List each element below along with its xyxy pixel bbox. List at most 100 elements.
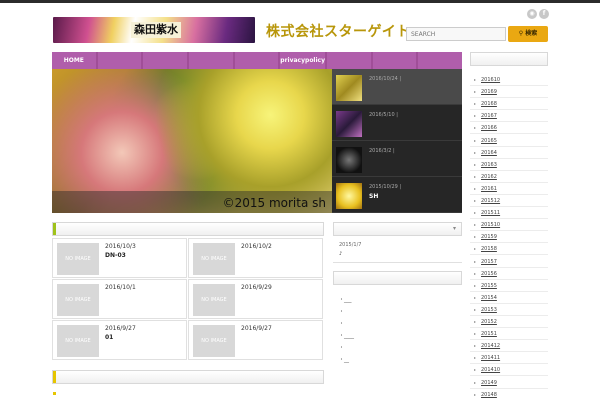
post-card[interactable]: NO IMAGE 2016/10/2 xyxy=(188,238,323,278)
chevron-right-icon: ▸ xyxy=(474,343,477,349)
archive-link[interactable]: 20168 xyxy=(481,101,497,107)
archive-item[interactable]: ▸ 20148 xyxy=(470,389,548,400)
archive-item[interactable]: ▸ 201610 xyxy=(470,74,548,86)
archive-item[interactable]: ▸ 20165 xyxy=(470,135,548,147)
post-card[interactable]: NO IMAGE 2016/10/1 xyxy=(52,279,187,319)
archive-item[interactable]: ▸ 20164 xyxy=(470,147,548,159)
nav-item-home[interactable]: HOME xyxy=(52,52,96,69)
archive-item[interactable]: ▸ 20158 xyxy=(470,243,548,256)
archive-item[interactable]: ▸ 20163 xyxy=(470,159,548,171)
post-card[interactable]: NO IMAGE 2016/9/27 01 xyxy=(52,320,187,360)
archive-item[interactable]: ▸ 20168 xyxy=(470,98,548,111)
archive-item[interactable]: ▸ 201412 xyxy=(470,340,548,353)
archive-item[interactable]: ▸ 20154 xyxy=(470,292,548,304)
nav-item[interactable] xyxy=(188,52,233,69)
chevron-right-icon: ▸ xyxy=(474,210,477,216)
slide-item[interactable]: 2016/3/2 | xyxy=(332,141,462,177)
slide-item[interactable]: 2016/5/10 | xyxy=(332,105,462,141)
archive-item[interactable]: ▸ 20152 xyxy=(470,316,548,328)
nav-item[interactable] xyxy=(372,52,417,69)
archive-item[interactable]: ▸ 201511 xyxy=(470,207,548,220)
archive-link[interactable]: 20169 xyxy=(481,89,497,95)
archive-item[interactable]: ▸ 20161 xyxy=(470,183,548,195)
post-date: 2016/10/2 xyxy=(241,243,272,250)
widget-date: 2015/1/7 xyxy=(339,242,362,248)
site-logo[interactable]: 森田紫水 xyxy=(53,17,255,43)
archive-item[interactable]: ▸ 20155 xyxy=(470,280,548,292)
archive-link[interactable]: 201610 xyxy=(481,77,500,83)
archive-item[interactable]: ▸ 20167 xyxy=(470,110,548,123)
archive-link[interactable]: 201511 xyxy=(481,210,500,216)
archive-item[interactable]: ▸ 201512 xyxy=(470,195,548,207)
nav-item[interactable] xyxy=(418,52,462,69)
archive-link[interactable]: 20157 xyxy=(481,259,497,265)
archive-link[interactable]: 20164 xyxy=(481,150,497,156)
search-input[interactable] xyxy=(406,27,506,41)
archive-link[interactable]: 20156 xyxy=(481,271,497,277)
chevron-right-icon: ▸ xyxy=(474,270,477,276)
archive-link[interactable]: 20158 xyxy=(481,246,497,252)
archive-link[interactable]: 20152 xyxy=(481,319,497,325)
nav-item[interactable] xyxy=(143,52,187,69)
archive-link[interactable]: 201512 xyxy=(481,198,500,204)
archive-link[interactable]: 201412 xyxy=(481,343,500,349)
archive-link[interactable]: 20162 xyxy=(481,174,497,180)
archive-link[interactable]: 20151 xyxy=(481,331,497,337)
archive-link[interactable]: 20166 xyxy=(481,125,497,131)
widget-header xyxy=(333,271,462,285)
archive-link[interactable]: 201510 xyxy=(481,222,500,228)
widget-link[interactable]: ・ xyxy=(339,344,344,351)
post-date: 2016/9/27 xyxy=(105,325,136,332)
archive-link[interactable]: 20149 xyxy=(481,380,497,386)
archive-item[interactable]: ▸ 20166 xyxy=(470,122,548,135)
rss-icon[interactable]: ◉ xyxy=(527,9,537,19)
archive-link[interactable]: 20165 xyxy=(481,138,497,144)
widget-link[interactable]: ・ xyxy=(339,308,344,315)
nav-item[interactable] xyxy=(97,52,142,69)
archive-item[interactable]: ▸ 201411 xyxy=(470,352,548,365)
archive-item[interactable]: ▸ 20159 xyxy=(470,231,548,244)
hero-caption-bar: ©2015 morita sh xyxy=(52,191,332,213)
archive-link[interactable]: 201411 xyxy=(481,355,500,361)
widget-title[interactable]: ♪ xyxy=(339,251,342,257)
archive-link[interactable]: 20159 xyxy=(481,234,497,240)
archive-link[interactable]: 20167 xyxy=(481,113,497,119)
widget-link[interactable]: ・____ xyxy=(339,332,354,339)
archive-item[interactable]: ▸ 20156 xyxy=(470,268,548,280)
post-card[interactable]: NO IMAGE 2016/9/27 xyxy=(188,320,323,360)
archive-item[interactable]: ▸ 20153 xyxy=(470,304,548,316)
post-card[interactable]: NO IMAGE 2016/10/3 DN-03 xyxy=(52,238,187,278)
archive-item[interactable]: ▸ 201510 xyxy=(470,219,548,232)
widget-link[interactable]: ・___ xyxy=(339,296,352,303)
archive-link[interactable]: 20163 xyxy=(481,162,497,168)
archive-link[interactable]: 20155 xyxy=(481,283,497,289)
post-card[interactable]: NO IMAGE 2016/9/29 xyxy=(188,279,323,319)
widget-header: ▾ xyxy=(333,222,462,236)
widget-link[interactable]: ・ xyxy=(339,320,344,327)
archive-link[interactable]: 20153 xyxy=(481,307,497,313)
slide-item[interactable]: 2016/10/24 | xyxy=(332,69,462,105)
widget-link[interactable]: ・__ xyxy=(339,356,349,363)
post-title: 01 xyxy=(105,334,114,341)
archive-item[interactable]: ▸ 20162 xyxy=(470,171,548,183)
archive-link[interactable]: 20161 xyxy=(481,186,497,192)
nav-item-privacypolicy[interactable]: privacypolicy xyxy=(280,52,326,69)
archive-item[interactable]: ▸ 201410 xyxy=(470,364,548,377)
facebook-icon[interactable]: f xyxy=(539,9,549,19)
chevron-right-icon: ▸ xyxy=(474,185,477,191)
slide-item[interactable]: 2015/10/29 | SH xyxy=(332,177,462,213)
chevron-right-icon: ▸ xyxy=(474,282,477,288)
archive-item[interactable]: ▸ 20169 xyxy=(470,86,548,99)
archive-item[interactable]: ▸ 20151 xyxy=(470,328,548,341)
archive-link[interactable]: 20154 xyxy=(481,295,497,301)
archive-link[interactable]: 201410 xyxy=(481,367,500,373)
nav-item[interactable] xyxy=(327,52,371,69)
hero-image[interactable]: ©2015 morita sh xyxy=(52,69,332,213)
chevron-right-icon: ▸ xyxy=(474,89,477,95)
search-button[interactable]: ⚲ 検索 xyxy=(508,26,548,42)
nav-item[interactable] xyxy=(234,52,279,69)
archive-link[interactable]: 20148 xyxy=(481,392,497,398)
archive-item[interactable]: ▸ 20149 xyxy=(470,377,548,389)
archive-item[interactable]: ▸ 20157 xyxy=(470,256,548,268)
chevron-down-icon[interactable]: ▾ xyxy=(453,225,456,232)
